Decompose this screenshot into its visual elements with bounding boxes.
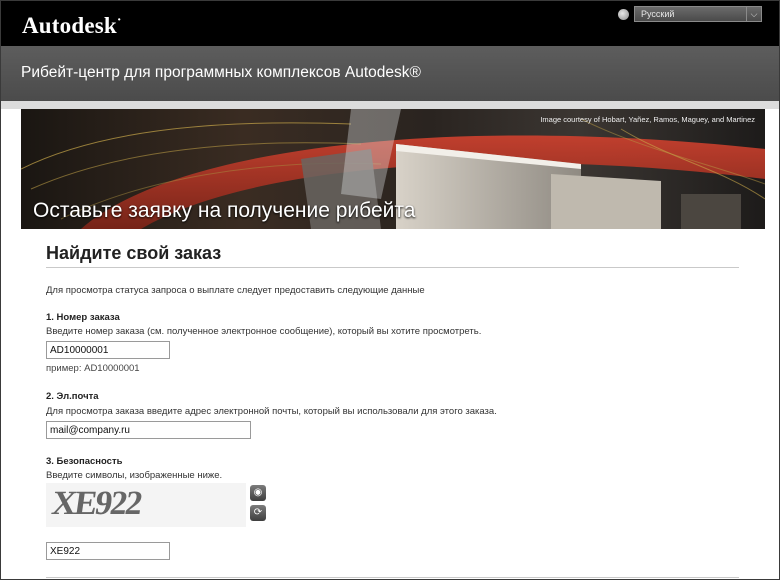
language-value: Русский	[641, 9, 675, 19]
order-example: пример: AD10000001	[46, 363, 140, 374]
sub-header: Рибейт-центр для программных комплексов …	[1, 46, 779, 102]
banner-title: Оставьте заявку на получение рибейта	[33, 199, 416, 222]
order-number-input[interactable]	[46, 341, 170, 359]
email-section-desc: Для просмотра заказа введите адрес элект…	[46, 406, 497, 417]
order-section-title: 1. Номер заказа	[46, 312, 120, 323]
divider	[46, 267, 739, 268]
page-title: Найдите свой заказ	[46, 243, 222, 263]
refresh-icon[interactable]: ⟳	[250, 505, 266, 521]
divider-bottom	[46, 577, 739, 578]
captcha-image: XE922	[46, 483, 246, 527]
site-title: Рибейт-центр для программных комплексов …	[21, 64, 421, 81]
page-frame: Autodesk· Русский ⌵ Рибейт-центр для про…	[0, 0, 780, 580]
autodesk-logo[interactable]: Autodesk·	[22, 13, 122, 39]
spacer-band	[1, 101, 779, 109]
hero-banner: Image courtesy of Hobart, Yañez, Ramos, …	[21, 109, 765, 229]
security-section-desc: Введите символы, изображенные ниже.	[46, 470, 223, 481]
top-bar: Autodesk· Русский ⌵	[1, 1, 779, 46]
captcha-text: XE922	[49, 485, 143, 522]
chevron-down-icon[interactable]: ⌵	[746, 7, 761, 21]
language-dropdown[interactable]: Русский ⌵	[634, 6, 762, 22]
order-section-desc: Введите номер заказа (см. полученное эле…	[46, 326, 482, 337]
intro-text: Для просмотра статуса запроса о выплате …	[46, 285, 425, 296]
image-credit: Image courtesy of Hobart, Yañez, Ramos, …	[540, 115, 755, 124]
language-selector[interactable]: Русский ⌵	[618, 6, 762, 22]
email-input[interactable]	[46, 421, 251, 439]
security-section-title: 3. Безопасность	[46, 456, 123, 467]
email-section-title: 2. Эл.почта	[46, 391, 99, 402]
captcha-input[interactable]	[46, 542, 170, 560]
globe-icon	[618, 8, 629, 20]
audio-captcha-icon[interactable]: ◉	[250, 485, 266, 501]
